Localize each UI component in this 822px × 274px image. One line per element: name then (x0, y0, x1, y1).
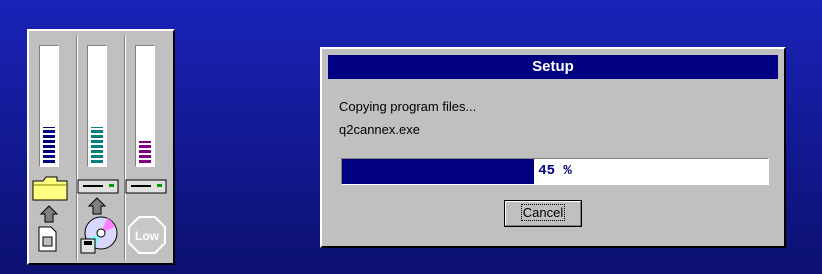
source-meter (39, 45, 59, 167)
destination-meter-fill (91, 127, 103, 163)
current-file-text: q2cannex.exe (339, 122, 420, 137)
drive-icon (125, 179, 167, 194)
panel-divider (124, 35, 126, 261)
memory-meter-fill (139, 141, 151, 163)
folder-icon (32, 176, 68, 201)
cdrom-icon (80, 216, 118, 254)
up-arrow-icon (87, 197, 107, 215)
progress-bar: 45 % 45 % (341, 158, 769, 185)
drive-icon (77, 179, 119, 194)
progress-text-overlay: 45 % (342, 159, 534, 184)
cancel-button[interactable]: Cancel (504, 200, 582, 227)
disk-space-meters-panel: Low (27, 29, 175, 265)
low-sign-text: Low (135, 229, 160, 243)
source-meter-fill (43, 127, 55, 163)
memory-meter (135, 45, 155, 167)
low-memory-sign-icon: Low (128, 216, 166, 254)
destination-meter (87, 45, 107, 167)
cancel-button-label: Cancel (520, 204, 566, 221)
setup-dialog: Setup Copying program files... q2cannex.… (320, 47, 786, 248)
dialog-title: Setup (328, 55, 778, 79)
panel-divider (76, 35, 78, 261)
up-arrow-icon (39, 205, 59, 223)
progress-text-inverse: 45 % (342, 159, 534, 184)
document-icon (38, 226, 57, 252)
status-text: Copying program files... (339, 99, 477, 114)
